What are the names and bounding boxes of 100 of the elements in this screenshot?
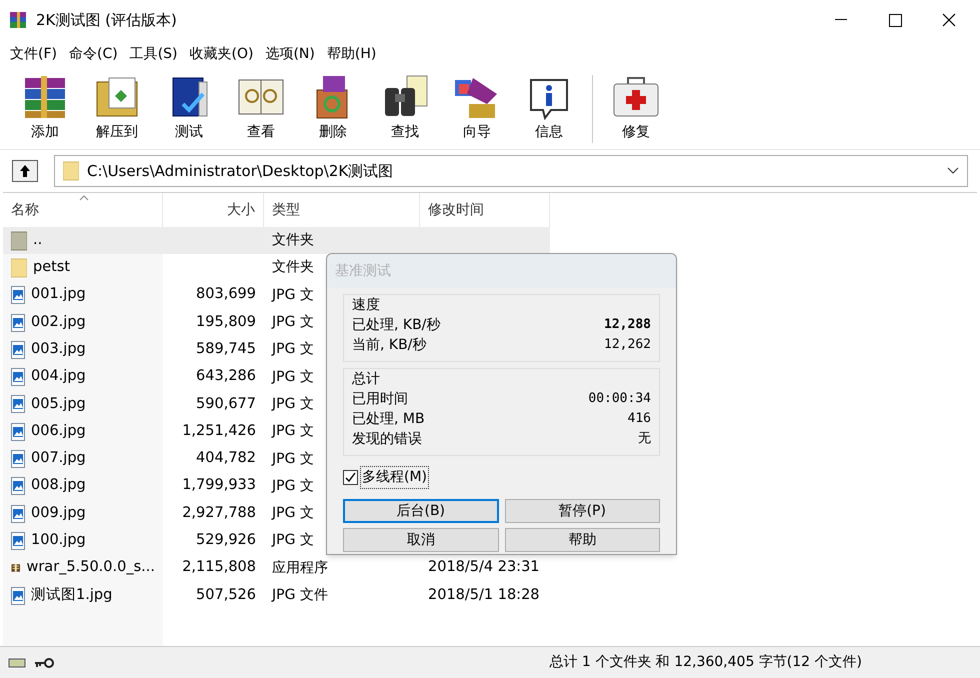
toolbar-button[interactable]: 修复	[603, 74, 669, 143]
file-size: 2,115,808	[182, 559, 256, 576]
file-row[interactable]: wrar_5.50.0.0_s... 2,115,808 应用程序 2018/5/4 23:31	[3, 554, 550, 582]
file-size: 507,526	[196, 586, 256, 603]
toolbar-button[interactable]: 删除	[300, 74, 366, 143]
file-type: JPG 文	[272, 396, 314, 412]
file-name: 009.jpg	[31, 504, 86, 523]
file-type: JPG 文	[272, 368, 314, 385]
file-size: 529,926	[196, 532, 256, 548]
file-size: 590,677	[196, 396, 256, 412]
image-file-icon	[11, 340, 25, 359]
maximize-icon	[888, 14, 902, 26]
image-file-icon	[11, 395, 25, 414]
menu-item[interactable]: 工具(S)	[124, 44, 184, 64]
file-size: 1,251,426	[182, 422, 256, 439]
menu-item[interactable]: 命令(C)	[62, 44, 124, 64]
file-type: JPG 文	[272, 532, 314, 548]
file-name: 008.jpg	[31, 476, 86, 496]
image-file-icon	[11, 586, 25, 604]
close-icon	[942, 13, 956, 27]
folder-icon	[63, 161, 79, 181]
menu-item[interactable]: 文件(F)	[4, 44, 63, 64]
file-size: 2,927,788	[182, 504, 256, 521]
stat-label: 发现的错误	[352, 430, 422, 449]
stat-label: 已处理, MB	[352, 410, 425, 429]
file-type: JPG 文	[272, 423, 314, 440]
dropdown-caret-icon	[947, 167, 959, 175]
drive-icon	[8, 656, 26, 668]
file-type: JPG 文	[272, 314, 314, 330]
dialog-title: 基准测试	[335, 262, 391, 280]
file-name: 003.jpg	[31, 340, 86, 359]
address-field[interactable]: C:\Users\Administrator\Desktop\2K测试图	[54, 155, 968, 187]
image-file-icon	[11, 422, 25, 441]
toolbar-button[interactable]: 信息	[516, 74, 582, 143]
dialog-button[interactable]: 帮助	[504, 528, 660, 552]
folder-icon	[11, 230, 27, 251]
stat-value: 12,288	[604, 316, 651, 334]
file-type: JPG 文	[272, 286, 314, 303]
file-type: 应用程序	[272, 560, 328, 576]
toolbar-button[interactable]: 添加	[12, 74, 78, 143]
menu-item[interactable]: 帮助(H)	[320, 44, 382, 64]
file-type: JPG 文	[272, 478, 314, 494]
dialog-button[interactable]: 暂停(P)	[504, 499, 660, 523]
file-name: 002.jpg	[31, 312, 86, 332]
group-title: 总计	[352, 370, 381, 389]
image-file-icon	[11, 504, 25, 523]
stat-value: 12,262	[604, 336, 651, 354]
file-row[interactable]: .. 文件夹	[3, 227, 550, 254]
image-file-icon	[11, 286, 25, 304]
sort-caret-icon	[79, 195, 89, 201]
file-type: 文件夹	[272, 259, 314, 276]
dialog-button[interactable]: 取消	[343, 528, 498, 552]
toolbar-button[interactable]: 查找	[372, 74, 438, 143]
file-name: wrar_5.50.0.0_s...	[26, 558, 155, 578]
up-arrow-icon	[18, 164, 32, 178]
stat-label: 已用时间	[352, 390, 408, 409]
file-size: 404,782	[196, 450, 256, 466]
image-file-icon	[11, 314, 25, 332]
file-row[interactable]: 测试图1.jpg 507,526 JPG 文件 2018/5/1 18:28	[3, 582, 550, 610]
file-size: 195,809	[196, 314, 256, 330]
image-file-icon	[11, 477, 25, 496]
minimize-icon	[835, 19, 847, 21]
image-file-icon	[11, 450, 25, 468]
window-title: 2K测试图 (评估版本)	[36, 10, 177, 31]
stat-label: 当前, KB/秒	[352, 336, 426, 355]
up-folder-button[interactable]	[12, 160, 38, 182]
file-size: 589,745	[196, 340, 256, 357]
status-text: 总计 1 个文件夹 和 12,360,405 字节(12 个文件)	[549, 653, 862, 672]
stat-label: 已处理, KB/秒	[352, 316, 440, 335]
file-name: 007.jpg	[31, 449, 86, 468]
image-file-icon	[11, 368, 25, 386]
file-name: 006.jpg	[31, 422, 86, 441]
app-icon	[8, 10, 28, 30]
file-size: 643,286	[196, 368, 256, 384]
key-icon	[34, 656, 54, 668]
file-name: 测试图1.jpg	[31, 586, 112, 605]
toolbar-button[interactable]: 测试	[156, 74, 222, 143]
stat-value: 无	[638, 430, 651, 448]
dialog-button[interactable]: 后台(B)	[343, 499, 498, 523]
file-size: 1,799,933	[182, 477, 256, 494]
file-name: 004.jpg	[31, 367, 86, 386]
file-type: JPG 文	[272, 505, 314, 522]
multithread-checkbox[interactable]: 多线程(M)	[343, 466, 660, 489]
toolbar-button[interactable]: 向导	[444, 74, 510, 143]
file-size: 803,699	[196, 286, 256, 302]
file-name: 100.jpg	[31, 531, 86, 550]
menu-item[interactable]: 选项(N)	[259, 44, 321, 64]
file-type: JPG 文	[272, 341, 314, 358]
file-type: 文件夹	[272, 232, 314, 248]
stat-value: 00:00:34	[588, 390, 651, 408]
menu-item[interactable]: 收藏夹(O)	[184, 44, 260, 64]
file-name: petst	[33, 258, 70, 278]
toolbar-button[interactable]: 解压到	[84, 74, 150, 143]
file-type: JPG 文件	[272, 587, 328, 603]
file-type: JPG 文	[272, 450, 314, 467]
group-title: 速度	[352, 296, 381, 315]
image-file-icon	[11, 532, 25, 550]
stat-value: 416	[628, 410, 651, 428]
toolbar-button[interactable]: 查看	[228, 74, 294, 143]
modified-date: 2018/5/1 18:28	[428, 586, 540, 603]
